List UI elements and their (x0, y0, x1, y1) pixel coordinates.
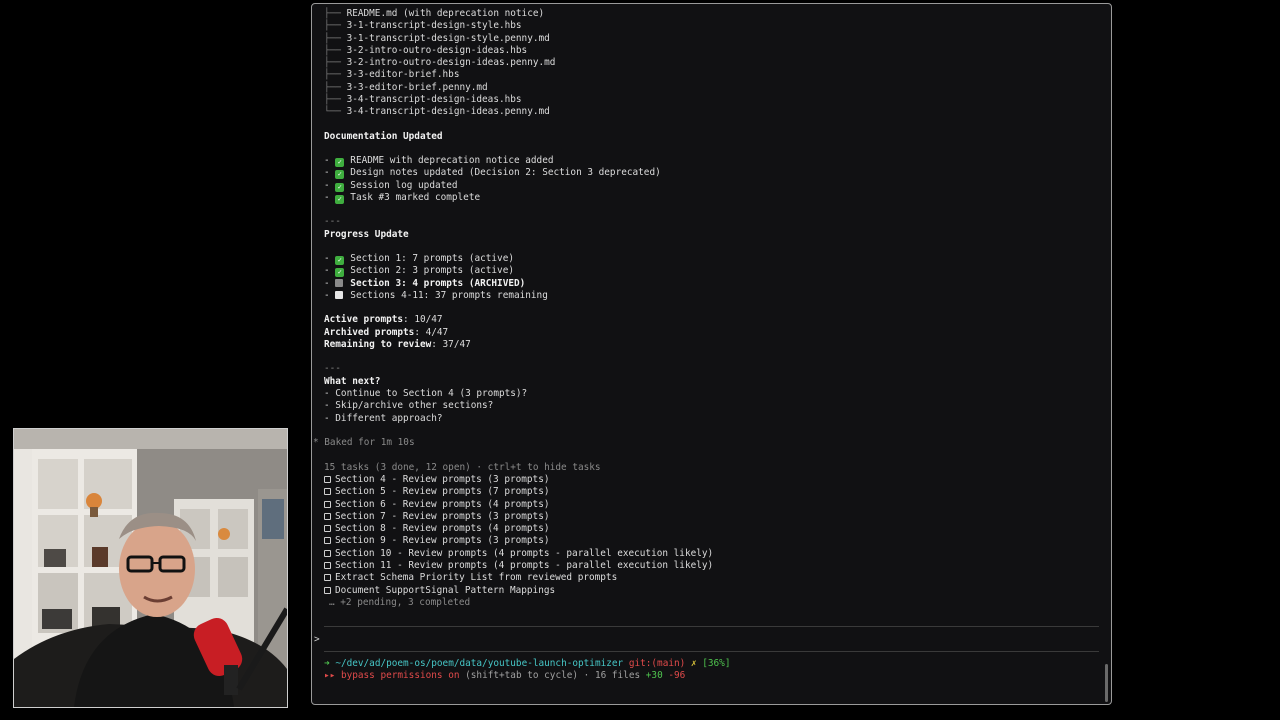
prompt-chevron-icon: > (314, 634, 320, 645)
checkbox-icon (324, 501, 331, 508)
checkmark-icon: ✓ (335, 170, 345, 179)
checkbox-icon (324, 513, 331, 520)
progress-heading: Progress Update (324, 229, 409, 240)
checkmark-icon: ✓ (335, 195, 345, 204)
progress-item: - ✓ Section 1: 7 prompts (active) (324, 253, 514, 265)
pending-square-icon (335, 291, 344, 299)
input-border-bottom (324, 651, 1099, 652)
scrollbar[interactable] (1105, 664, 1108, 702)
task-item: Section 11 - Review prompts (4 prompts -… (324, 560, 713, 572)
checkbox-icon (324, 537, 331, 544)
stat-remaining: Remaining to review: 37/47 (324, 339, 471, 350)
progress-item: - Section 3: 4 prompts (ARCHIVED) (324, 278, 526, 289)
tree-line: ├── 3-2-intro-outro-design-ideas.penny.m… (324, 57, 556, 68)
input-border-top (324, 626, 1099, 627)
task-item: Section 4 - Review prompts (3 prompts) (324, 474, 549, 486)
lines-removed: -96 (668, 670, 686, 681)
checkbox-icon (324, 562, 331, 569)
bypass-label: bypass permissions on (340, 670, 460, 681)
arrow-icon: ➜ (324, 658, 330, 669)
task-item: Document SupportSignal Pattern Mappings (324, 585, 555, 597)
tree-line: ├── 3-2-intro-outro-design-ideas.hbs (324, 45, 528, 56)
checkbox-icon (324, 476, 331, 483)
tree-line: ├── README.md (with deprecation notice) (324, 8, 545, 19)
tree-line: ├── 3-4-transcript-design-ideas.hbs (324, 94, 522, 105)
terminal-window[interactable]: ├── README.md (with deprecation notice) … (311, 3, 1112, 705)
next-item: - Skip/archive other sections? (324, 400, 494, 411)
git-branch: git:(main) (628, 658, 686, 669)
progress-item: - ✓ Section 2: 3 prompts (active) (324, 265, 514, 277)
next-item: - Continue to Section 4 (3 prompts)? (324, 388, 528, 399)
task-item: Section 5 - Review prompts (7 prompts) (324, 486, 549, 498)
webcam-feed (13, 428, 288, 708)
input-prompt[interactable]: > (314, 634, 320, 646)
tasks-header: 15 tasks (3 done, 12 open) · ctrl+t to h… (324, 462, 601, 473)
doc-heading: Documentation Updated (324, 131, 443, 142)
doc-item: - ✓ README with deprecation notice added (324, 155, 554, 167)
context-percent: [36%] (702, 658, 731, 669)
baked-status: * Baked for 1m 10s (313, 437, 415, 448)
shell-status: ➜ ~/dev/ad/poem-os/poem/data/youtube-lau… (324, 658, 730, 670)
webcam-image (14, 429, 287, 707)
task-item: Section 6 - Review prompts (4 prompts) (324, 499, 549, 511)
checkmark-icon: ✓ (335, 268, 345, 277)
stat-archived: Archived prompts: 4/47 (324, 327, 449, 338)
tree-line: ├── 3-3-editor-brief.penny.md (324, 82, 488, 93)
tree-line: ├── 3-1-transcript-design-style.penny.md (324, 33, 550, 44)
checkbox-icon (324, 574, 331, 581)
checkbox-icon (324, 525, 331, 532)
archive-icon (335, 279, 344, 287)
checkmark-icon: ✓ (335, 183, 345, 192)
checkbox-icon (324, 488, 331, 495)
separator: --- (324, 363, 341, 374)
next-heading: What next? (324, 376, 381, 387)
fast-forward-icon: ▸▸ (324, 670, 336, 681)
checkmark-icon: ✓ (335, 256, 345, 265)
task-item: Section 10 - Review prompts (4 prompts -… (324, 548, 713, 560)
separator: --- (324, 216, 341, 227)
checkbox-icon (324, 587, 331, 594)
task-item: Section 8 - Review prompts (4 prompts) (324, 523, 549, 535)
stat-active: Active prompts: 10/47 (324, 314, 443, 325)
task-item: Section 9 - Review prompts (3 prompts) (324, 535, 549, 547)
doc-item: - ✓ Design notes updated (Decision 2: Sec… (324, 167, 661, 179)
task-item: Section 7 - Review prompts (3 prompts) (324, 511, 549, 523)
doc-item: - ✓ Session log updated (324, 180, 458, 192)
progress-item: - Sections 4-11: 37 prompts remaining (324, 290, 548, 301)
dirty-icon: ✗ (690, 658, 697, 669)
tree-line: ├── 3-3-editor-brief.hbs (324, 69, 460, 80)
checkbox-icon (324, 550, 331, 557)
cwd-path: ~/dev/ad/poem-os/poem/data/youtube-launc… (335, 658, 624, 669)
next-item: - Different approach? (324, 413, 443, 424)
tree-line: └── 3-4-transcript-design-ideas.penny.md (324, 106, 550, 117)
tree-line: ├── 3-1-transcript-design-style.hbs (324, 20, 522, 31)
task-item: Extract Schema Priority List from review… (324, 572, 617, 584)
permission-status: ▸▸ bypass permissions on (shift+tab to c… (324, 670, 685, 682)
cycle-hint: (shift+tab to cycle) · 16 files (465, 670, 641, 681)
checkmark-icon: ✓ (335, 158, 345, 167)
doc-item: - ✓ Task #3 marked complete (324, 192, 481, 204)
lines-added: +30 (645, 670, 663, 681)
tasks-more: … +2 pending, 3 completed (329, 597, 471, 608)
